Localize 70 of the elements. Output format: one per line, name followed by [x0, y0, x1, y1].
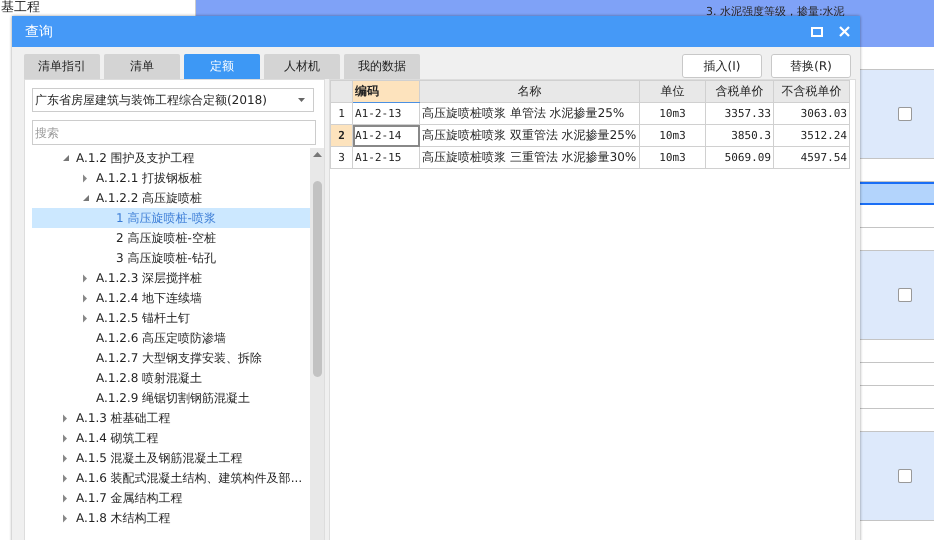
table-cell: 高压旋喷桩喷浆 单管法 水泥掺量25% [420, 102, 640, 124]
tab[interactable]: 我的数据 [344, 54, 420, 79]
table-cell: 5069.09 [706, 146, 774, 168]
library-dropdown[interactable]: 广东省房屋建筑与装饰工程综合定额(2018) [32, 88, 314, 112]
search-field[interactable]: 搜索 [32, 120, 316, 145]
tree-item[interactable]: 3 高压旋喷桩-钻孔 [32, 248, 310, 268]
column-header[interactable]: 单位 [640, 80, 706, 102]
table-cell: A1-2-13 [352, 102, 420, 124]
collapsed-arrow-icon[interactable] [82, 294, 88, 302]
dropdown-arrow-icon [298, 98, 305, 102]
table-cell: 4597.54 [774, 146, 850, 168]
tree-item[interactable]: A.1.2.2 高压旋喷桩 [32, 188, 310, 208]
column-header[interactable]: 编码 [352, 80, 420, 102]
tree-item[interactable]: A.1.7 金属结构工程 [32, 488, 310, 508]
window-title: 查询 [25, 22, 54, 40]
tree-item[interactable]: A.1.2.6 高压定喷防渗墙 [32, 328, 310, 348]
tree-item[interactable]: A.1.2.8 喷射混凝土 [32, 368, 310, 388]
expanded-arrow-icon[interactable] [62, 154, 70, 162]
collapsed-arrow-icon[interactable] [62, 414, 68, 422]
collapsed-arrow-icon[interactable] [62, 494, 68, 502]
tree-item[interactable]: A.1.2.7 大型钢支撑安装、拆除 [32, 348, 310, 368]
table-cell: A1-2-15 [352, 146, 420, 168]
background-list-item: 基工程 [1, 0, 40, 16]
column-header[interactable]: 名称 [420, 80, 640, 102]
checkbox[interactable] [898, 288, 912, 302]
tree-item[interactable]: 2 高压旋喷桩-空桩 [32, 228, 310, 248]
collapsed-arrow-icon[interactable] [62, 514, 68, 522]
tree-item[interactable]: A.1.2.5 锚杆土钉 [32, 308, 310, 328]
collapsed-arrow-icon[interactable] [82, 314, 88, 322]
table-cell: 3512.24 [774, 124, 850, 146]
scrollbar[interactable] [310, 148, 324, 540]
table-cell: 3063.03 [774, 102, 850, 124]
tree-item[interactable]: A.1.2 围护及支护工程 [32, 148, 310, 168]
action-button[interactable]: 插入(I) [682, 54, 762, 78]
tree-item[interactable]: A.1.8 木结构工程 [32, 508, 310, 528]
row-number[interactable]: 2 [330, 124, 352, 146]
tree-item[interactable]: A.1.2.1 打拔钢板桩 [32, 168, 310, 188]
table-cell: 10m3 [640, 124, 706, 146]
tree-item[interactable]: A.1.5 混凝土及钢筋混凝土工程 [32, 448, 310, 468]
tree-item[interactable]: A.1.2.9 绳锯切割钢筋混凝土 [32, 388, 310, 408]
action-button[interactable]: 替换(R) [771, 54, 851, 78]
scroll-up-icon[interactable] [312, 152, 322, 157]
tree-item[interactable]: A.1.2.4 地下连续墙 [32, 288, 310, 308]
maximize-icon[interactable] [811, 26, 823, 36]
table-cell: 10m3 [640, 146, 706, 168]
column-header[interactable]: 不含税单价 [774, 80, 850, 102]
collapsed-arrow-icon[interactable] [82, 274, 88, 282]
column-header[interactable]: 含税单价 [706, 80, 774, 102]
tab[interactable]: 清单指引 [24, 54, 100, 79]
tab[interactable]: 人材机 [264, 54, 340, 79]
tree-item[interactable]: A.1.2.3 深层搅拌桩 [32, 268, 310, 288]
collapsed-arrow-icon[interactable] [82, 174, 88, 182]
tree-item[interactable]: A.1.4 砌筑工程 [32, 428, 310, 448]
tab[interactable]: 清单 [104, 54, 180, 79]
table-cell: A1-2-14 [352, 124, 420, 146]
collapsed-arrow-icon[interactable] [62, 434, 68, 442]
row-number[interactable]: 3 [330, 146, 352, 168]
collapsed-arrow-icon[interactable] [62, 454, 68, 462]
table-cell: 高压旋喷桩喷浆 三重管法 水泥掺量30% [420, 146, 640, 168]
table-cell: 高压旋喷桩喷浆 双重管法 水泥掺量25% [420, 124, 640, 146]
collapsed-arrow-icon[interactable] [62, 474, 68, 482]
tree-item[interactable]: A.1.6 装配式混凝土结构、建筑构件及部... [32, 468, 310, 488]
tree-item[interactable]: A.1.3 桩基础工程 [32, 408, 310, 428]
table-cell: 10m3 [640, 102, 706, 124]
checkbox[interactable] [898, 107, 912, 121]
table-cell: 3850.3 [706, 124, 774, 146]
checkbox[interactable] [898, 469, 912, 483]
close-icon[interactable] [839, 26, 850, 37]
expanded-arrow-icon[interactable] [82, 194, 90, 202]
table-cell: 3357.33 [706, 102, 774, 124]
